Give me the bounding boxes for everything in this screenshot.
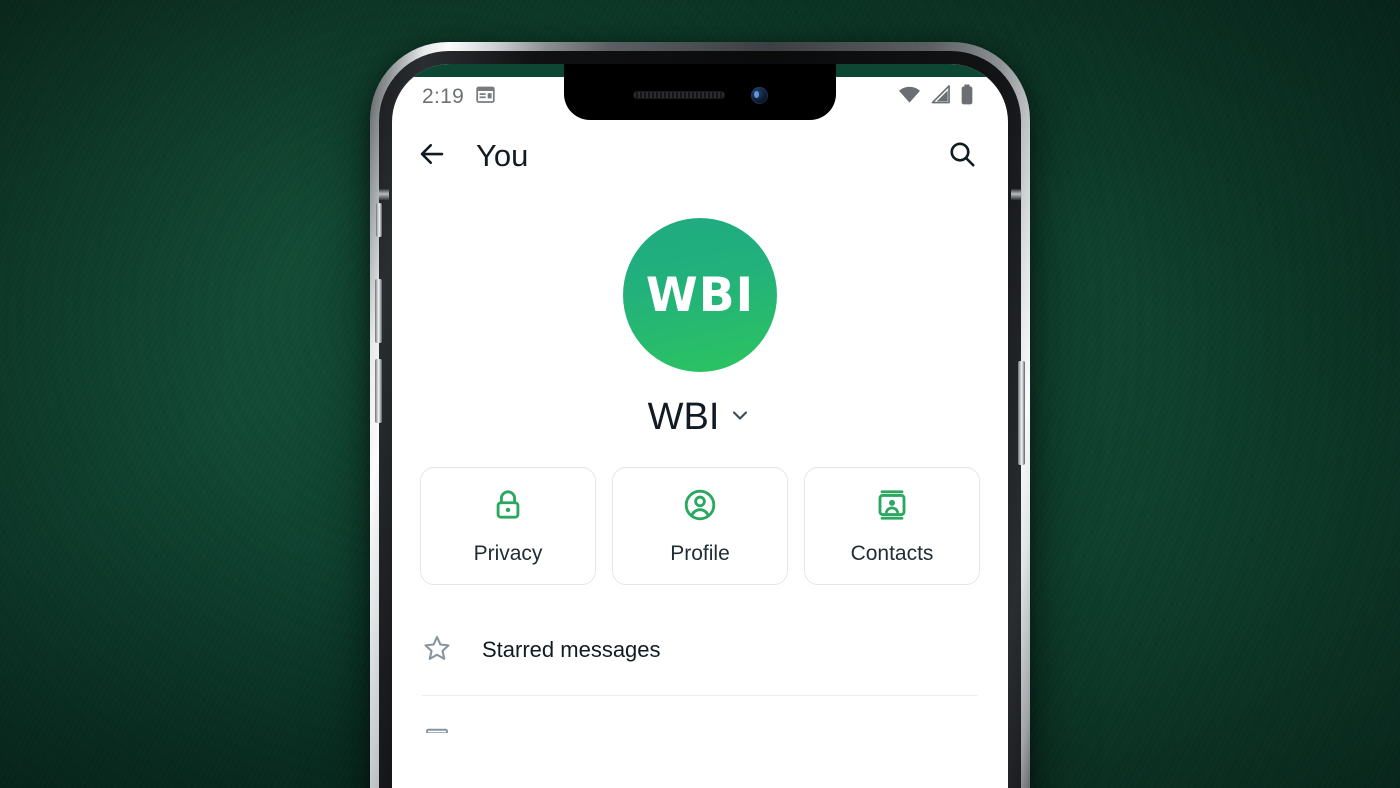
card-label-privacy: Privacy [473,541,543,565]
card-label-profile: Profile [670,541,730,565]
list-item-label: Starred messages [482,637,661,662]
front-camera-icon [750,86,768,104]
screenshot-stage: 2:19 You WBI WBI Privacy Profile Contact… [0,0,1400,788]
search-button[interactable] [938,132,986,180]
phone-device-frame: 2:19 You WBI WBI Privacy Profile Contact… [370,42,1030,788]
list-item-next-partial[interactable] [392,696,1008,738]
page-title: You [476,138,529,173]
phone-bezel: 2:19 You WBI WBI Privacy Profile Contact… [375,51,1025,788]
card-privacy[interactable]: Privacy [420,467,596,585]
earpiece-speaker-icon [632,91,725,99]
search-icon [947,139,977,174]
antenna-band-left [378,189,389,200]
antenna-band-right [1011,189,1022,200]
display-notch [564,64,836,120]
status-bar-left: 2:19 [422,84,496,110]
profile-section: WBI WBI [392,192,1008,439]
status-time: 2:19 [422,85,465,108]
card-label-contacts: Contacts [850,541,934,565]
volume-down-button[interactable] [375,359,382,423]
wifi-icon [898,85,921,109]
volume-up-button[interactable] [375,279,382,343]
calendar-icon [475,84,496,110]
power-button[interactable] [1018,361,1025,465]
action-cards: Privacy Profile Contacts [392,467,1008,585]
back-button[interactable] [408,132,456,180]
contact-card-icon [874,487,910,528]
chevron-down-icon[interactable] [728,403,752,432]
battery-icon [960,84,974,110]
phone-screen: 2:19 You WBI WBI Privacy Profile Contact… [392,64,1008,788]
back-arrow-icon [417,139,447,174]
archive-icon [422,719,452,738]
settings-list: Starred messages [392,613,1008,738]
status-bar-right [898,84,974,110]
star-icon [422,633,452,668]
avatar[interactable]: WBI [623,218,777,372]
account-circle-icon [682,487,718,528]
profile-name-row[interactable]: WBI [392,396,1008,439]
card-contacts[interactable]: Contacts [804,467,980,585]
silence-switch-button[interactable] [376,203,382,237]
profile-name: WBI [647,396,720,438]
lock-icon [490,487,526,528]
cellular-signal-icon [930,85,951,109]
app-bar: You [392,120,1008,192]
avatar-initials: WBI [645,267,755,323]
list-item-starred-messages[interactable]: Starred messages [392,613,1008,687]
card-profile[interactable]: Profile [612,467,788,585]
